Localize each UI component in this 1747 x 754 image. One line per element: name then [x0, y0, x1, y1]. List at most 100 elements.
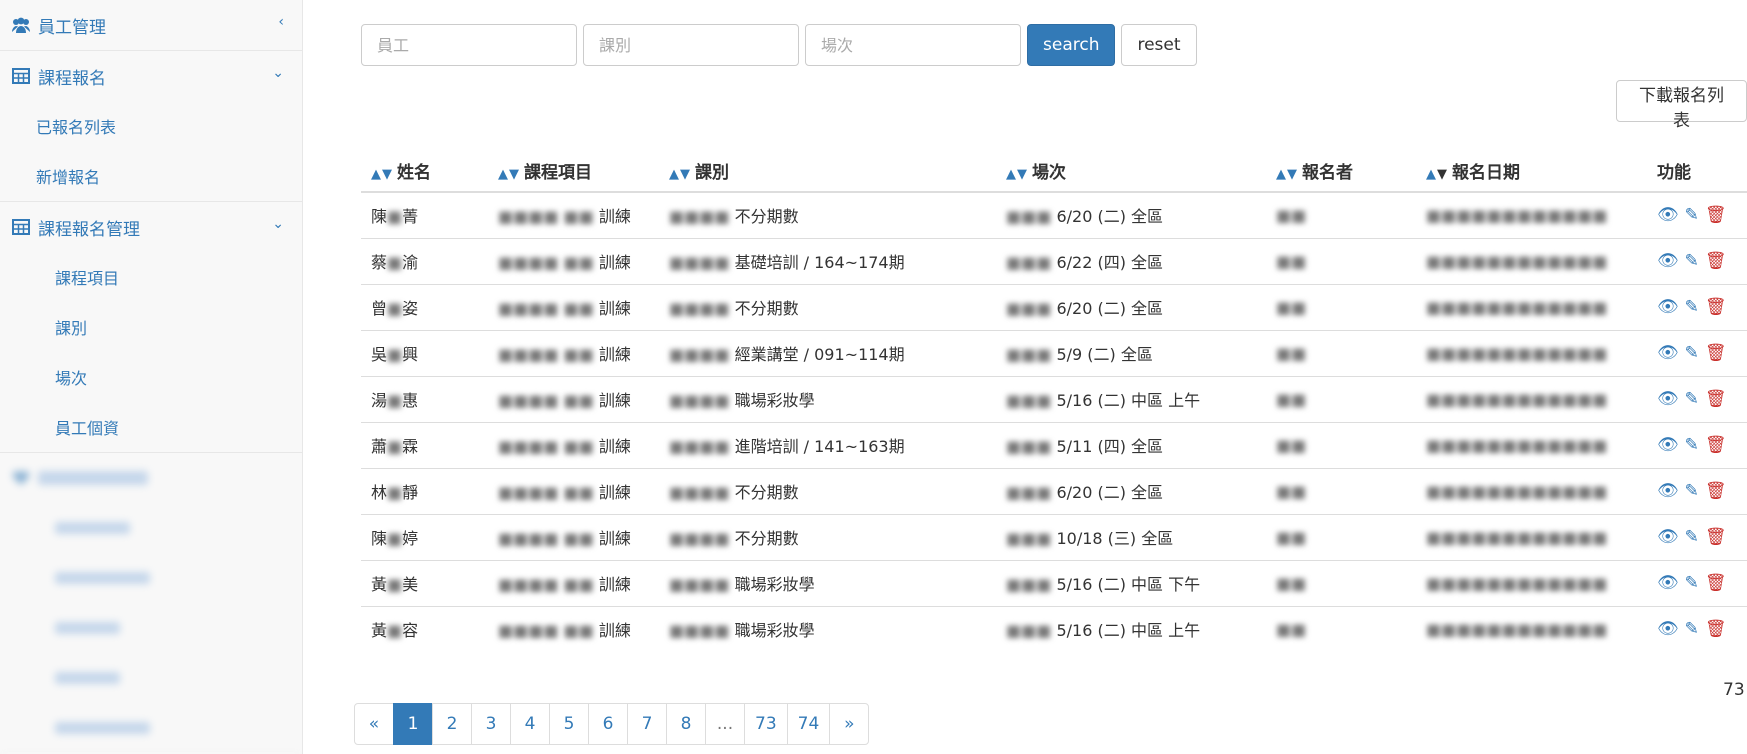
edit-icon[interactable]: ✎: [1685, 435, 1699, 455]
page-button[interactable]: 73: [744, 703, 788, 745]
search-button[interactable]: search: [1027, 24, 1116, 66]
cell-name: 吳■興: [361, 329, 488, 376]
col-registrant[interactable]: ▲▼ 報名者: [1266, 150, 1416, 193]
nav-blurred-item[interactable]: [0, 653, 302, 703]
next-page-button[interactable]: »: [829, 703, 870, 745]
sort-icon[interactable]: ▲▼: [669, 167, 691, 182]
redacted-text: ■■■■: [669, 437, 730, 456]
view-icon[interactable]: 👁: [1657, 389, 1679, 409]
delete-icon[interactable]: 🗑: [1705, 297, 1727, 317]
edit-icon[interactable]: ✎: [1685, 389, 1699, 409]
cell-session: ■■■ 5/11 (四) 全區: [996, 421, 1266, 468]
view-icon[interactable]: 👁: [1657, 343, 1679, 363]
edit-icon[interactable]: ✎: [1685, 205, 1699, 225]
redacted-text: ■■■: [1006, 575, 1052, 594]
cell-registrant: ■■: [1266, 605, 1416, 652]
page-button[interactable]: 74: [786, 703, 831, 745]
nav-course-registration[interactable]: 課程報名 ⌄: [0, 51, 302, 101]
sort-icon[interactable]: ▲▼: [1426, 167, 1448, 182]
page-button[interactable]: 2: [432, 703, 472, 745]
sort-icon[interactable]: ▲▼: [1006, 167, 1028, 182]
view-icon[interactable]: 👁: [1657, 297, 1679, 317]
page-button[interactable]: 7: [627, 703, 667, 745]
redacted-text: ■■■■ ■■: [498, 621, 594, 641]
nav-registered-list[interactable]: 已報名列表: [0, 101, 302, 151]
cell-course: ■■■■ ■■ 訓練: [488, 559, 659, 606]
edit-icon[interactable]: ✎: [1685, 619, 1699, 639]
delete-icon[interactable]: 🗑: [1705, 343, 1727, 363]
nav-classes[interactable]: 課別: [0, 302, 302, 352]
delete-icon[interactable]: 🗑: [1705, 205, 1727, 225]
view-icon[interactable]: 👁: [1657, 481, 1679, 501]
employee-input[interactable]: [361, 24, 577, 66]
edit-icon[interactable]: ✎: [1685, 251, 1699, 271]
view-icon[interactable]: 👁: [1657, 205, 1679, 225]
delete-icon[interactable]: 🗑: [1705, 619, 1727, 639]
sort-icon[interactable]: ▲▼: [1276, 167, 1298, 182]
view-icon[interactable]: 👁: [1657, 619, 1679, 639]
redacted-text: ■■: [1276, 251, 1307, 271]
delete-icon[interactable]: 🗑: [1705, 573, 1727, 593]
nav-blurred-item[interactable]: [0, 553, 302, 603]
cell-class: ■■■■ 職場彩妝學: [659, 375, 996, 422]
redacted-text: ■■■: [1006, 529, 1052, 548]
page-button[interactable]: 8: [666, 703, 706, 745]
col-session[interactable]: ▲▼ 場次: [996, 150, 1266, 193]
col-course[interactable]: ▲▼ 課程項目: [488, 150, 659, 193]
table-icon: [10, 218, 32, 236]
redacted-text: ■■■■■■■■■■■■: [1426, 205, 1608, 225]
cell-actions: 👁 ✎ 🗑: [1647, 605, 1747, 652]
cell-registrant: ■■: [1266, 191, 1416, 238]
session-input[interactable]: [805, 24, 1021, 66]
prev-page-button[interactable]: «: [354, 703, 394, 745]
view-icon[interactable]: 👁: [1657, 435, 1679, 455]
edit-icon[interactable]: ✎: [1685, 343, 1699, 363]
sort-icon[interactable]: ▲▼: [498, 167, 520, 182]
page-button[interactable]: 5: [549, 703, 589, 745]
redacted-text: ■■■■■■■■■■■■: [1426, 251, 1608, 271]
view-icon[interactable]: 👁: [1657, 251, 1679, 271]
page-button[interactable]: 4: [510, 703, 550, 745]
nav-registration-management[interactable]: 課程報名管理 ⌄: [0, 202, 302, 252]
edit-icon[interactable]: ✎: [1685, 573, 1699, 593]
nav-blurred-item[interactable]: [0, 603, 302, 653]
nav-blurred-head[interactable]: [0, 453, 302, 503]
sort-icon[interactable]: ▲▼: [371, 167, 393, 182]
edit-icon[interactable]: ✎: [1685, 527, 1699, 547]
page-button[interactable]: 3: [471, 703, 511, 745]
nav-blurred-item[interactable]: [0, 503, 302, 553]
nav-sessions[interactable]: 場次: [0, 352, 302, 402]
redacted-text: ■: [387, 621, 403, 641]
nav-employee-management[interactable]: 員工管理 ‹: [0, 0, 302, 50]
nav-add-registration[interactable]: 新增報名: [0, 151, 302, 201]
nav-blurred-item[interactable]: [0, 703, 302, 753]
nav-employee-data[interactable]: 員工個資: [0, 402, 302, 452]
class-input[interactable]: [583, 24, 799, 66]
edit-icon[interactable]: ✎: [1685, 481, 1699, 501]
redacted-text: ■■■: [1006, 299, 1052, 318]
delete-icon[interactable]: 🗑: [1705, 527, 1727, 547]
cell-actions: 👁 ✎ 🗑: [1647, 421, 1747, 468]
page-button[interactable]: 6: [588, 703, 628, 745]
delete-icon[interactable]: 🗑: [1705, 389, 1727, 409]
view-icon[interactable]: 👁: [1657, 527, 1679, 547]
redacted-text: ■■■: [1006, 437, 1052, 456]
cell-actions: 👁 ✎ 🗑: [1647, 329, 1747, 376]
reset-button[interactable]: reset: [1121, 24, 1197, 66]
view-icon[interactable]: 👁: [1657, 573, 1679, 593]
cell-date: ■■■■■■■■■■■■: [1416, 237, 1647, 284]
redacted-text: ■: [387, 483, 403, 502]
delete-icon[interactable]: 🗑: [1705, 435, 1727, 455]
col-name[interactable]: ▲▼ 姓名: [361, 150, 488, 193]
edit-icon[interactable]: ✎: [1685, 297, 1699, 317]
delete-icon[interactable]: 🗑: [1705, 251, 1727, 271]
col-class[interactable]: ▲▼ 課別: [659, 150, 996, 193]
cell-actions: 👁 ✎ 🗑: [1647, 559, 1747, 606]
page-button[interactable]: 1: [393, 703, 433, 745]
table-row: 黃■美 ■■■■ ■■ 訓練 ■■■■ 職場彩妝學 ■■■ 5/16 (二) 中區 下…: [361, 559, 1747, 606]
nav-course-items[interactable]: 課程項目: [0, 252, 302, 302]
col-date[interactable]: ▲▼ 報名日期: [1416, 150, 1647, 193]
download-list-button[interactable]: 下載報名列表: [1616, 80, 1747, 131]
delete-icon[interactable]: 🗑: [1705, 481, 1727, 501]
cell-name: 黃■美: [361, 559, 488, 606]
